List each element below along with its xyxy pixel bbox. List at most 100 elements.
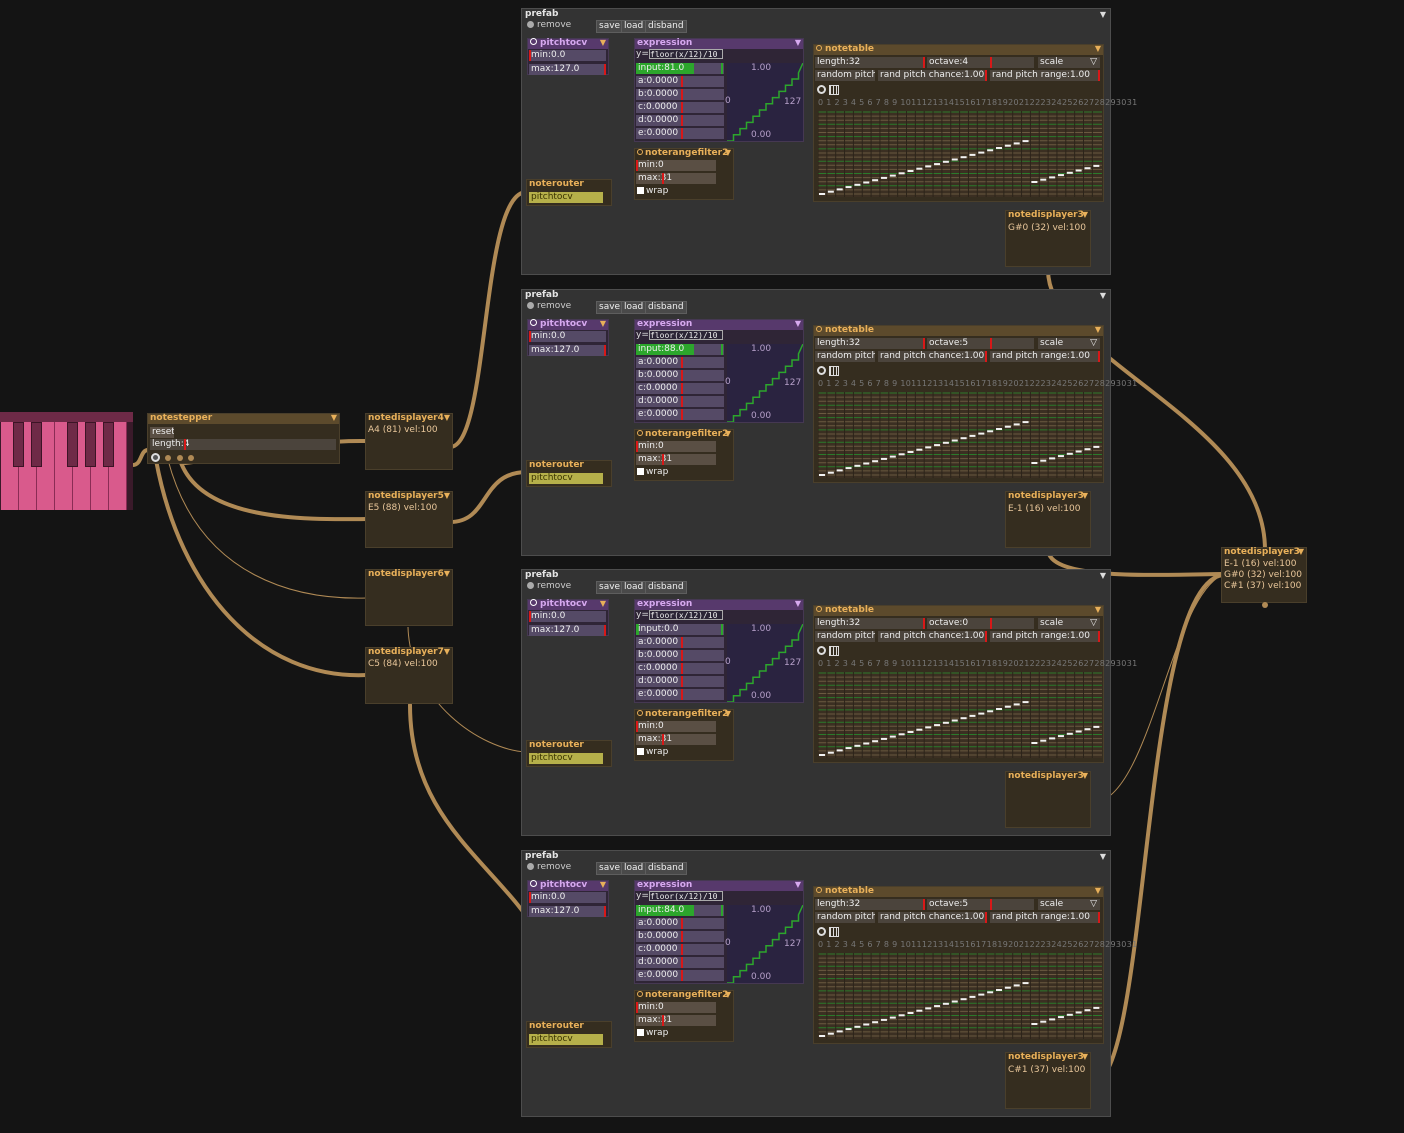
disband-button[interactable]: disband xyxy=(645,581,687,594)
input-slider[interactable]: input:88.0 xyxy=(636,344,724,355)
prefab-panel[interactable]: prefab ▼ remove save load disband pitcht… xyxy=(521,8,1137,275)
rand-pitch-chance-slider[interactable]: rand pitch chance:1.00 xyxy=(878,351,987,362)
input-slider[interactable]: input:0.0 xyxy=(636,624,724,635)
output-port-1[interactable] xyxy=(151,453,160,462)
e-slider[interactable]: e:0.0000 xyxy=(636,689,724,700)
c-slider[interactable]: c:0.0000 xyxy=(636,663,724,674)
range-min-slider[interactable]: min:0 xyxy=(636,441,716,452)
collapse-arrow-icon[interactable]: ▼ xyxy=(600,599,606,608)
collapse-arrow-icon[interactable]: ▼ xyxy=(1100,571,1106,580)
notedisplayer-left-1[interactable]: notedisplayer5 ▼ E5 (88) vel:100 xyxy=(365,491,453,548)
collapse-arrow-icon[interactable]: ▼ xyxy=(725,429,731,438)
e-slider[interactable]: e:0.0000 xyxy=(636,409,724,420)
collapse-arrow-icon[interactable]: ▼ xyxy=(1095,325,1101,334)
notestepper[interactable]: notestepper ▼ reset length:4 xyxy=(147,413,340,464)
prefab-panel[interactable]: prefab ▼ remove save load disband pitcht… xyxy=(521,569,1137,836)
collapse-arrow-icon[interactable]: ▼ xyxy=(795,319,801,328)
max-slider[interactable]: max:127.0 xyxy=(529,64,606,75)
input-slider[interactable]: input:84.0 xyxy=(636,905,724,916)
length-slider[interactable]: length:4 xyxy=(150,439,336,450)
octave-slider[interactable]: octave:0 xyxy=(927,618,1034,629)
collapse-arrow-icon[interactable]: ▼ xyxy=(1100,852,1106,861)
collapse-arrow-icon[interactable]: ▼ xyxy=(1082,1052,1088,1061)
a-slider[interactable]: a:0.0000 xyxy=(636,918,724,929)
collapse-arrow-icon[interactable]: ▼ xyxy=(795,38,801,47)
keyboard[interactable] xyxy=(0,412,133,510)
notetable-module[interactable]: notetable ▼ length:32 octave:4 scale ▽ ra… xyxy=(813,44,1137,202)
play-icon[interactable] xyxy=(817,646,826,655)
reset-button[interactable]: reset xyxy=(150,427,174,438)
noterangefilter-module[interactable]: noterangefilter2 ▼ min:0 max:31 wrap xyxy=(634,148,734,200)
router-target[interactable]: pitchtocv xyxy=(529,192,603,203)
expression-module[interactable]: expression ▼ y= floor(x/12)/10 input:81.… xyxy=(634,38,804,142)
length-slider[interactable]: length:32 xyxy=(815,618,925,629)
router-target[interactable]: pitchtocv xyxy=(529,753,603,764)
d-slider[interactable]: d:0.0000 xyxy=(636,396,724,407)
max-slider[interactable]: max:127.0 xyxy=(529,345,606,356)
collapse-arrow-icon[interactable]: ▼ xyxy=(725,148,731,157)
octave-slider[interactable]: octave:5 xyxy=(927,338,1034,349)
note-grid[interactable] xyxy=(818,953,1102,1039)
collapse-arrow-icon[interactable]: ▼ xyxy=(1095,605,1101,614)
noterouter-module[interactable]: noterouter pitchtocv xyxy=(526,460,612,487)
remove-button[interactable]: remove xyxy=(527,301,571,311)
collapse-arrow-icon[interactable]: ▼ xyxy=(1100,10,1106,19)
collapse-arrow-icon[interactable]: ▼ xyxy=(600,880,606,889)
save-button[interactable]: save xyxy=(596,301,624,314)
collapse-arrow-icon[interactable]: ▼ xyxy=(444,413,450,422)
range-max-slider[interactable]: max:31 xyxy=(636,454,716,465)
rand-pitch-range-slider[interactable]: rand pitch range:1.00 xyxy=(990,912,1100,923)
noterouter-module[interactable]: noterouter pitchtocv xyxy=(526,1021,612,1048)
wrap-checkbox[interactable]: wrap xyxy=(637,186,668,196)
collapse-arrow-icon[interactable]: ▼ xyxy=(1100,291,1106,300)
remove-button[interactable]: remove xyxy=(527,20,571,30)
pitchtocv-module[interactable]: pitchtocv ▼ min:0.0 max:127.0 xyxy=(527,599,609,636)
noterangefilter-module[interactable]: noterangefilter2 ▼ min:0 max:31 wrap xyxy=(634,709,734,761)
formula-input[interactable]: floor(x/12)/10 xyxy=(649,610,723,620)
expression-module[interactable]: expression ▼ y= floor(x/12)/10 input:84.… xyxy=(634,880,804,984)
prefab-panel[interactable]: prefab ▼ remove save load disband pitcht… xyxy=(521,289,1137,556)
collapse-arrow-icon[interactable]: ▼ xyxy=(1082,210,1088,219)
load-button[interactable]: load xyxy=(621,581,647,594)
output-port[interactable] xyxy=(1262,602,1268,608)
notetable-module[interactable]: notetable ▼ length:32 octave:5 scale ▽ ra… xyxy=(813,886,1137,1044)
formula-input[interactable]: floor(x/12)/10 xyxy=(649,891,723,901)
note-grid[interactable] xyxy=(818,392,1102,478)
prefab-panel[interactable]: prefab ▼ remove save load disband pitcht… xyxy=(521,850,1137,1117)
scale-dropdown[interactable]: scale ▽ xyxy=(1038,618,1100,629)
b-slider[interactable]: b:0.0000 xyxy=(636,370,724,381)
e-slider[interactable]: e:0.0000 xyxy=(636,970,724,981)
collapse-arrow-icon[interactable]: ▼ xyxy=(444,491,450,500)
scale-dropdown[interactable]: scale ▽ xyxy=(1038,57,1100,68)
output-port-4[interactable] xyxy=(188,455,194,461)
black-key[interactable] xyxy=(85,422,96,467)
rand-pitch-range-slider[interactable]: rand pitch range:1.00 xyxy=(990,351,1100,362)
random-pitch-button[interactable]: random pitch xyxy=(815,70,875,81)
collapse-arrow-icon[interactable]: ▼ xyxy=(444,569,450,578)
notetable-module[interactable]: notetable ▼ length:32 octave:5 scale ▽ ra… xyxy=(813,325,1137,483)
pitchtocv-module[interactable]: pitchtocv ▼ min:0.0 max:127.0 xyxy=(527,38,609,75)
noterangefilter-module[interactable]: noterangefilter2 ▼ min:0 max:31 wrap xyxy=(634,990,734,1042)
random-pitch-button[interactable]: random pitch xyxy=(815,912,875,923)
remove-button[interactable]: remove xyxy=(527,862,571,872)
load-button[interactable]: load xyxy=(621,301,647,314)
collapse-arrow-icon[interactable]: ▼ xyxy=(795,880,801,889)
router-target[interactable]: pitchtocv xyxy=(529,473,603,484)
input-slider[interactable]: input:81.0 xyxy=(636,63,724,74)
prefab-notedisplayer[interactable]: notedisplayer3 ▼ E-1 (16) vel:100 xyxy=(1005,491,1091,548)
collapse-arrow-icon[interactable]: ▼ xyxy=(1298,547,1304,556)
min-slider[interactable]: min:0.0 xyxy=(529,50,606,61)
collapse-arrow-icon[interactable]: ▼ xyxy=(795,599,801,608)
black-key[interactable] xyxy=(31,422,42,467)
collapse-arrow-icon[interactable]: ▼ xyxy=(1082,491,1088,500)
a-slider[interactable]: a:0.0000 xyxy=(636,357,724,368)
range-min-slider[interactable]: min:0 xyxy=(636,1002,716,1013)
min-slider[interactable]: min:0.0 xyxy=(529,331,606,342)
d-slider[interactable]: d:0.0000 xyxy=(636,676,724,687)
noterouter-module[interactable]: noterouter pitchtocv xyxy=(526,740,612,767)
range-max-slider[interactable]: max:31 xyxy=(636,1015,716,1026)
collapse-arrow-icon[interactable]: ▼ xyxy=(600,319,606,328)
expression-module[interactable]: expression ▼ y= floor(x/12)/10 input:0.0… xyxy=(634,599,804,703)
noterangefilter-module[interactable]: noterangefilter2 ▼ min:0 max:31 wrap xyxy=(634,429,734,481)
b-slider[interactable]: b:0.0000 xyxy=(636,89,724,100)
